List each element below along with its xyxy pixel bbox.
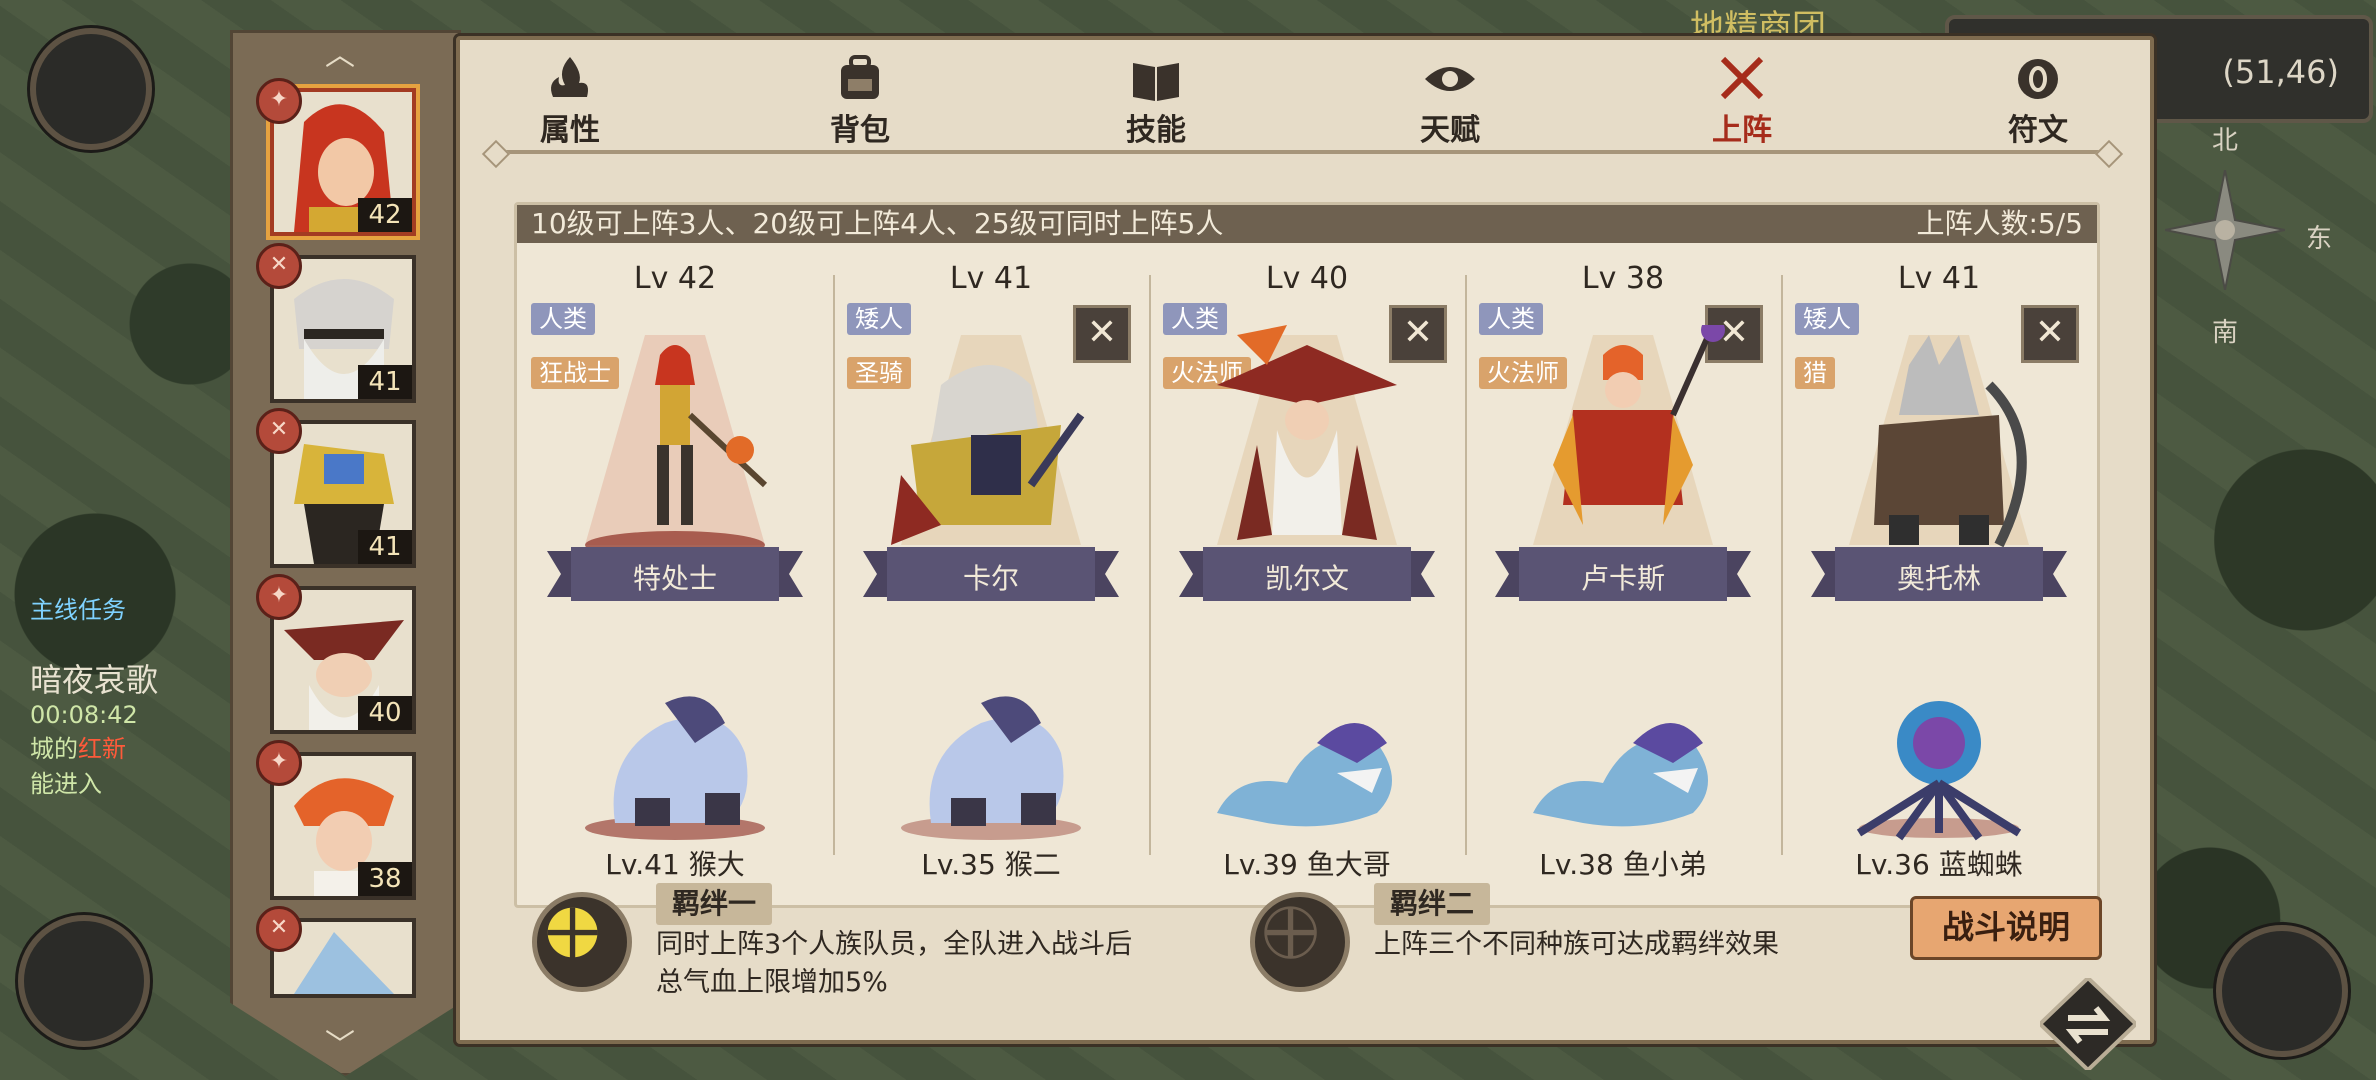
hero-figure [1533, 325, 1725, 545]
quest-tracker[interactable]: 主线任务 暗夜哀歌 00:08:42 城的红新 能进入 [30, 590, 230, 799]
swap-arrows-icon[interactable] [2040, 978, 2136, 1070]
lineup-header: 10级可上阵3人、20级可上阵4人、25级可同时上阵5人 上阵人数:5/5 [517, 205, 2097, 243]
book-icon [1133, 63, 1179, 101]
tab-talent[interactable]: 天赋 [1390, 55, 1510, 149]
lineup-rule-text: 10级可上阵3人、20级可上阵4人、25级可同时上阵5人 [531, 207, 1224, 240]
quest-name: 暗夜哀歌 [30, 661, 159, 699]
bond-two-icon[interactable] [1250, 892, 1350, 992]
class-badge: ✦ [256, 740, 302, 786]
quest-line1: 城的 [30, 735, 78, 763]
bond-two-title: 羁绊二 [1374, 883, 1491, 925]
hero-name: 奥托林 [1896, 562, 1981, 595]
bond-two-description: 上阵三个不同种族可达成羁绊效果 [1374, 929, 1779, 960]
tab-backpack[interactable]: 背包 [800, 55, 920, 149]
pet-figure [901, 696, 1081, 840]
pet-figure [1856, 701, 2022, 841]
hero-level: 41 [358, 530, 412, 564]
hero-card-level: Lv 41 [949, 261, 1033, 296]
bond-one-title: 羁绊一 [656, 883, 773, 925]
bond-one-icon[interactable] [532, 892, 632, 992]
map-button[interactable] [18, 915, 150, 1047]
tab-formation[interactable]: 上阵 [1682, 55, 1802, 149]
formation-panel: 属性 背包 技能 天赋 上阵 符文 10级可上阵3人、20级可上阵4人、25级可… [456, 36, 2154, 1044]
hero-level: 42 [358, 198, 412, 232]
hero-figure [891, 335, 1085, 545]
lineup-area: 10级可上阵3人、20级可上阵4人、25级可同时上阵5人 上阵人数:5/5 Lv… [514, 202, 2100, 908]
tab-attributes[interactable]: 属性 [510, 55, 630, 149]
tab-divider [490, 150, 2115, 154]
compass-east: 东 [2306, 224, 2333, 254]
player-avatar[interactable] [30, 28, 152, 150]
compass-icon [2165, 170, 2285, 290]
hero-level: 40 [358, 696, 412, 730]
hero-figure [585, 335, 768, 559]
coordinate-text: (51,46) [2222, 53, 2339, 91]
quest-line2: 红新 [78, 735, 126, 763]
hero-name: 凯尔文 [1264, 562, 1349, 595]
crossed-swords-icon [1720, 56, 1764, 100]
pet-label: Lv.35 猴二 [921, 848, 1061, 881]
class-badge: ✦ [256, 78, 302, 124]
hero-name: 卡尔 [962, 562, 1019, 595]
compass-north: 北 [2212, 126, 2239, 156]
pet-label: Lv.36 蓝蜘蛛 [1855, 848, 2023, 881]
hero-figure [1217, 325, 1397, 545]
flame-icon [551, 57, 588, 97]
hero-level: 41 [358, 365, 412, 399]
hero-card[interactable]: Lv 41 矮人 圣骑 ✕ 卡尔 Lv.35 猴二 [833, 243, 1149, 881]
scroll-up-icon[interactable]: ︿ [325, 30, 355, 74]
tab-skills[interactable]: 技能 [1096, 55, 1216, 149]
scroll-down-icon[interactable]: ﹀ [325, 1020, 355, 1064]
pet-label: Lv.39 鱼大哥 [1223, 848, 1391, 881]
compass-south: 南 [2212, 318, 2239, 348]
hero-card[interactable]: Lv 42 人类 狂战士 特处士 Lv.41 猴大 [517, 243, 833, 881]
pet-label: Lv.38 鱼小弟 [1539, 848, 1707, 881]
pet-figure [1533, 723, 1708, 827]
pet-label: Lv.41 猴大 [605, 848, 745, 881]
hero-figure [1849, 335, 2029, 548]
hero-name: 卢卡斯 [1580, 562, 1665, 595]
quest-timer: 00:08:42 [30, 701, 138, 729]
hero-level: 38 [358, 862, 412, 896]
hero-card[interactable]: Lv 38 人类 火法师 ✕ 卢卡斯 Lv.38 鱼小弟 [1465, 243, 1781, 881]
hero-name: 特处士 [632, 562, 717, 595]
quest-line3: 能进入 [30, 770, 102, 798]
pet-figure [1217, 723, 1392, 827]
class-badge: ✦ [256, 574, 302, 620]
hero-card-level: Lv 40 [1265, 261, 1349, 296]
rune-icon [2018, 59, 2058, 99]
tab-runes[interactable]: 符文 [1978, 55, 2098, 149]
class-badge: ✕ [256, 906, 302, 952]
pet-figure [585, 696, 765, 840]
class-badge: ✕ [256, 243, 302, 289]
battle-info-button[interactable]: 战斗说明 [1910, 896, 2102, 960]
building-button[interactable] [2216, 925, 2348, 1057]
backpack-icon [841, 55, 879, 99]
hero-card-level: Lv 41 [1897, 261, 1981, 296]
lineup-count: 上阵人数:5/5 [1916, 207, 2084, 240]
hero-card[interactable]: Lv 40 人类 火法师 ✕ 凯尔文 Lv.39 鱼大哥 [1149, 243, 1465, 881]
bond-one-description: 同时上阵3个人族队员，全队进入战斗后 总气血上限增加5% [656, 929, 1133, 998]
quest-header: 主线任务 [30, 596, 126, 624]
eye-icon [1425, 67, 1475, 91]
hero-card[interactable]: Lv 41 矮人 猎 ✕ 奥托林 Lv.36 蓝蜘蛛 [1781, 243, 2097, 881]
hero-card-level: Lv 42 [633, 261, 717, 296]
hero-card-level: Lv 38 [1581, 261, 1665, 296]
class-badge: ✕ [256, 408, 302, 454]
